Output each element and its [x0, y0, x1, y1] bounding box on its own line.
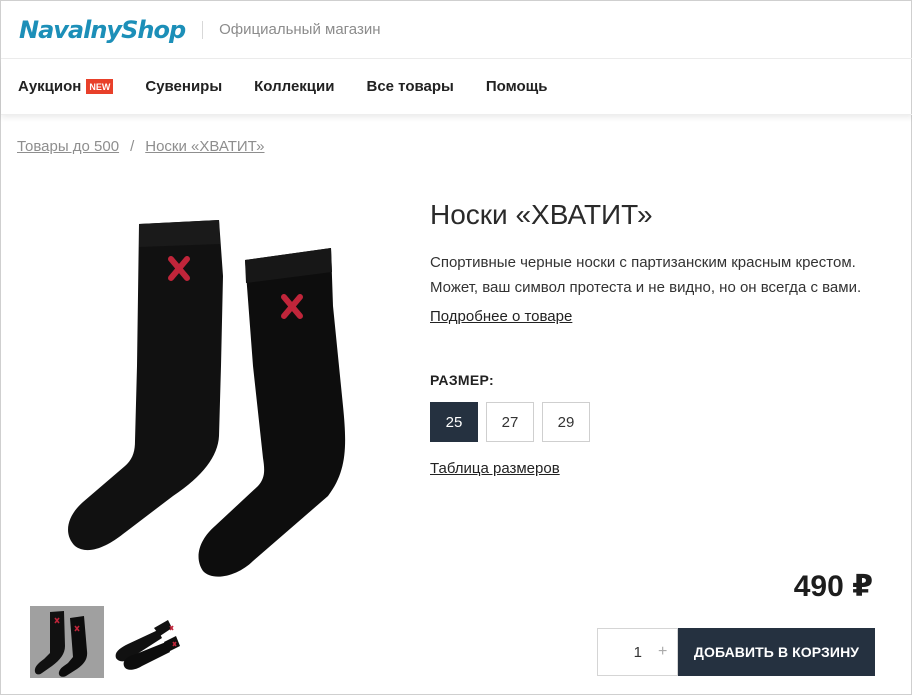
breadcrumb-link-current[interactable]: Носки «ХВАТИТ»	[145, 138, 264, 155]
nav-item-collections[interactable]: Коллекции	[254, 78, 334, 95]
breadcrumb-separator: /	[130, 138, 135, 155]
add-to-cart-button[interactable]: ДОБАВИТЬ В КОРЗИНУ	[678, 628, 875, 676]
product-description: Спортивные черные носки с партизанским к…	[430, 254, 862, 296]
plus-icon[interactable]: +	[658, 643, 667, 661]
header-divider	[202, 20, 204, 39]
site-logo[interactable]: NavalnyShop	[19, 16, 186, 44]
size-option-27[interactable]: 27	[486, 402, 534, 442]
product-price: 490 ₽	[793, 570, 873, 603]
size-selector: 25 27 29	[430, 402, 598, 442]
thumbnail-image	[34, 611, 88, 677]
size-option-29[interactable]: 29	[542, 402, 590, 442]
product-thumbnail-1[interactable]	[30, 606, 104, 678]
nav-item-label: Все товары	[366, 78, 454, 95]
size-label: РАЗМЕР:	[430, 372, 494, 388]
header-tagline: Официальный магазин	[219, 21, 381, 38]
main-nav: Аукцион NEW Сувениры Коллекции Все товар…	[1, 59, 912, 115]
quantity-value[interactable]: 1	[598, 644, 658, 661]
nav-item-label: Помощь	[485, 78, 548, 95]
nav-item-all-products[interactable]: Все товары	[366, 78, 453, 95]
top-header: NavalnyShop Официальный магазин	[1, 1, 912, 59]
quantity-stepper[interactable]: 1 +	[597, 628, 678, 676]
size-table-link[interactable]: Таблица размеров	[430, 460, 560, 477]
nav-item-souvenirs[interactable]: Сувениры	[145, 78, 222, 95]
thumbnail-image	[115, 620, 180, 670]
socks-image	[68, 220, 346, 577]
nav-item-label: Коллекции	[254, 78, 335, 95]
product-details-link[interactable]: Подробнее о товаре	[430, 308, 572, 325]
breadcrumb: Товары до 500 / Носки «ХВАТИТ»	[17, 138, 265, 155]
breadcrumb-link-category[interactable]: Товары до 500	[17, 138, 119, 155]
product-title: Носки «ХВАТИТ»	[430, 199, 653, 230]
product-thumbnail-2[interactable]	[110, 606, 184, 678]
nav-item-label: Аукцион	[18, 78, 82, 95]
nav-item-auction[interactable]: Аукцион NEW	[18, 78, 114, 95]
nav-item-help[interactable]: Помощь	[486, 78, 548, 95]
new-badge: NEW	[86, 79, 114, 94]
nav-item-label: Сувениры	[145, 78, 223, 95]
product-main-image[interactable]	[53, 216, 353, 581]
size-option-25[interactable]: 25	[430, 402, 478, 442]
